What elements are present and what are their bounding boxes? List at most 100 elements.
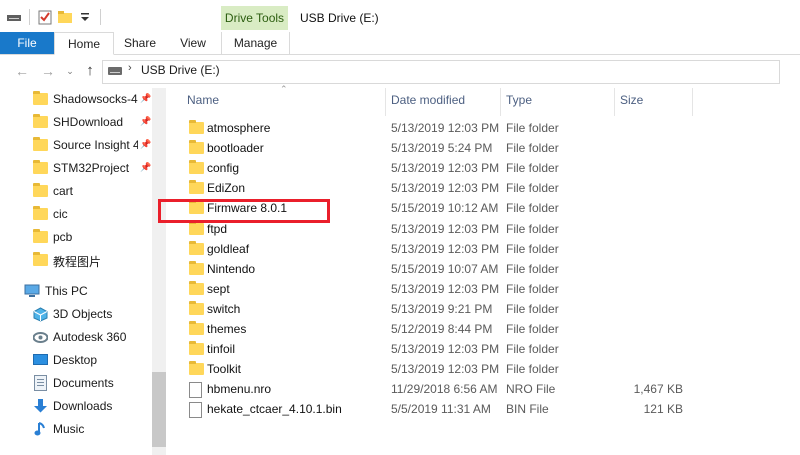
column-divider[interactable]: [385, 88, 386, 116]
folder-shape: [189, 341, 204, 355]
nav-item-pcb[interactable]: pcb: [0, 226, 152, 248]
file-name: goldleaf: [207, 242, 250, 256]
file-type: NRO File: [506, 382, 556, 396]
file-shape: [189, 382, 202, 398]
tab-share[interactable]: Share: [114, 32, 166, 54]
nav-scrollbar-thumb[interactable]: [152, 372, 166, 447]
file-name: Nintendo: [207, 262, 256, 276]
file-name: Toolkit: [207, 362, 242, 376]
column-header-size[interactable]: Size: [620, 93, 643, 109]
file-row[interactable]: hekate_ctcaer_4.10.1.bin 5/5/2019 11:31 A…: [185, 399, 775, 419]
folder-icon: [33, 114, 48, 128]
folder-icon: [189, 140, 204, 157]
file-date-modified: 5/13/2019 5:24 PM: [391, 141, 493, 155]
nav-item-3d-objects[interactable]: 3D Objects: [0, 303, 152, 325]
file-row[interactable]: switch 5/13/2019 9:21 PM File folder: [185, 299, 775, 319]
file-name: sept: [207, 282, 230, 296]
column-header-name[interactable]: Name: [187, 93, 219, 109]
file-row[interactable]: hbmenu.nro 11/29/2018 6:56 AM NRO File 1,46…: [185, 379, 775, 399]
folder-icon: [33, 206, 48, 220]
qat-separator: [29, 9, 30, 25]
file-type: File folder: [506, 141, 559, 155]
nav-item-this-pc[interactable]: This PC: [0, 280, 152, 302]
folder-icon: [33, 137, 48, 151]
desktop-icon: [33, 354, 48, 370]
back-arrow-icon[interactable]: ←: [14, 63, 30, 79]
forward-arrow-icon[interactable]: →: [40, 63, 56, 79]
folder-icon: [189, 241, 204, 258]
column-divider[interactable]: [614, 88, 615, 116]
folder-icon: [33, 91, 48, 105]
nav-label: Source Insight 4.: [53, 138, 138, 152]
file-row[interactable]: sept 5/13/2019 12:03 PM File folder: [185, 279, 775, 299]
nav-item-cic[interactable]: cic: [0, 203, 152, 225]
recent-locations-chevron-icon[interactable]: ⌄: [62, 63, 78, 79]
folder-icon: [189, 281, 204, 298]
nav-item-documents[interactable]: Documents: [0, 372, 152, 394]
up-arrow-icon[interactable]: ↑: [82, 63, 98, 79]
nav-item-stm32project[interactable]: STM32Project 📌: [0, 157, 152, 179]
nav-item-downloads[interactable]: Downloads: [0, 395, 152, 417]
pin-icon[interactable]: 📌: [140, 139, 151, 150]
tab-view[interactable]: View: [170, 32, 216, 54]
file-row[interactable]: EdiZon 5/13/2019 12:03 PM File folder: [185, 178, 775, 198]
nav-label: STM32Project: [53, 161, 130, 175]
file-date-modified: 5/13/2019 12:03 PM: [391, 161, 500, 175]
nav-label: Music: [53, 422, 85, 436]
folder-shape: [189, 120, 204, 134]
file-name: hekate_ctcaer_4.10.1.bin: [207, 402, 342, 416]
properties-icon[interactable]: [37, 9, 53, 25]
folder-shape: [189, 281, 204, 295]
file-date-modified: 5/13/2019 12:03 PM: [391, 282, 500, 296]
folder-icon: [189, 120, 204, 137]
file-row[interactable]: Nintendo 5/15/2019 10:07 AM File folder: [185, 259, 775, 279]
file-size: [605, 219, 683, 239]
nav-item-cart[interactable]: cart: [0, 180, 152, 202]
folder-shape: [189, 180, 204, 194]
breadcrumb-path[interactable]: USB Drive (E:): [141, 63, 220, 77]
nav-label: pcb: [53, 230, 73, 244]
drive-tools-context-label: Drive Tools: [221, 6, 288, 30]
file-date-modified: 11/29/2018 6:56 AM: [391, 382, 498, 396]
folder-icon: [33, 160, 48, 174]
column-divider[interactable]: [500, 88, 501, 116]
window-title: USB Drive (E:): [300, 11, 379, 25]
file-type: File folder: [506, 302, 559, 316]
file-date-modified: 5/13/2019 12:03 PM: [391, 362, 500, 376]
breadcrumb-chevron-icon[interactable]: ›: [128, 62, 132, 74]
nav-item-music[interactable]: Music: [0, 418, 152, 440]
folder-icon: [189, 361, 204, 378]
file-row[interactable]: Toolkit 5/13/2019 12:03 PM File folder: [185, 359, 775, 379]
file-row[interactable]: tinfoil 5/13/2019 12:03 PM File folder: [185, 339, 775, 359]
tab-file[interactable]: File: [0, 32, 54, 54]
nav-item-desktop[interactable]: Desktop: [0, 349, 152, 371]
file-date-modified: 5/13/2019 12:03 PM: [391, 222, 500, 236]
file-row[interactable]: goldleaf 5/13/2019 12:03 PM File folder: [185, 239, 775, 259]
tab-manage[interactable]: Manage: [221, 32, 290, 55]
column-header-date-modified[interactable]: Date modified: [391, 93, 465, 109]
column-header-type[interactable]: Type: [506, 93, 532, 109]
column-divider[interactable]: [692, 88, 693, 116]
file-row[interactable]: bootloader 5/13/2019 5:24 PM File folder: [185, 138, 775, 158]
nav-item-shadowsocks[interactable]: Shadowsocks-4. 📌: [0, 88, 152, 110]
file-name: bootloader: [207, 141, 264, 155]
file-row[interactable]: config 5/13/2019 12:03 PM File folder: [185, 158, 775, 178]
file-size: [605, 118, 683, 138]
autodesk-icon: [32, 330, 49, 348]
nav-item-shdownload[interactable]: SHDownload 📌: [0, 111, 152, 133]
file-type: File folder: [506, 262, 559, 276]
pin-icon[interactable]: 📌: [140, 162, 151, 173]
tab-home[interactable]: Home: [54, 32, 114, 55]
folder-icon: [189, 301, 204, 318]
nav-item-autodesk-360[interactable]: Autodesk 360: [0, 326, 152, 348]
nav-item-tutorial-images[interactable]: 教程图片: [0, 249, 152, 271]
customize-qat-icon[interactable]: [77, 9, 93, 25]
file-row[interactable]: themes 5/12/2019 8:44 PM File folder: [185, 319, 775, 339]
nav-item-source-insight[interactable]: Source Insight 4. 📌: [0, 134, 152, 156]
pin-icon[interactable]: 📌: [140, 93, 151, 104]
qat-separator-2: [100, 9, 101, 25]
file-row[interactable]: atmosphere 5/13/2019 12:03 PM File folder: [185, 118, 775, 138]
file-type: File folder: [506, 121, 559, 135]
new-folder-icon[interactable]: [57, 9, 73, 25]
pin-icon[interactable]: 📌: [140, 116, 151, 127]
